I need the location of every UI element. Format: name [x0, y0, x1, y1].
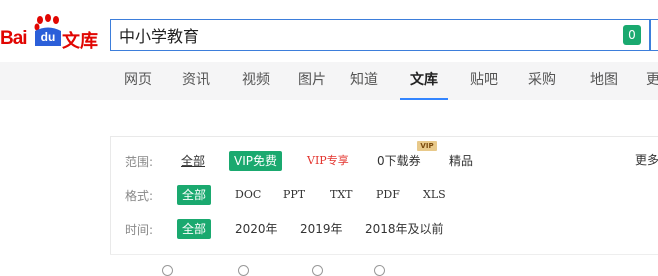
baidu-wenku-logo[interactable]: Bai du 文库 — [0, 14, 106, 54]
more-filters-link[interactable]: 更多 — [635, 151, 658, 168]
time-label: 时间: — [125, 223, 154, 237]
tab-tieba[interactable]: 贴吧 — [470, 62, 498, 98]
scope-option-premium[interactable]: 精品 — [449, 151, 473, 171]
tab-webpage[interactable]: 网页 — [124, 62, 152, 98]
scope-option-all[interactable]: 全部 — [181, 151, 205, 171]
time-option-2018-and-earlier[interactable]: 2018年及以前 — [365, 219, 444, 239]
scope-option-vip-exclusive[interactable]: VIP专享 — [307, 151, 349, 171]
tab-video[interactable]: 视频 — [242, 62, 270, 98]
format-label: 格式: — [125, 189, 154, 203]
scope-option-zero-coupon[interactable]: 0下载券 — [377, 151, 421, 171]
search-input[interactable] — [119, 20, 609, 50]
search-divider — [649, 20, 651, 50]
filter-panel: 范围: 全部 VIP免费 VIP专享 VIP 0下载券 精品 更多 格式: 全部… — [110, 136, 658, 254]
logo-text-wenku: 文库 — [62, 31, 98, 52]
format-option-txt[interactable]: TXT — [330, 185, 353, 205]
time-option-all[interactable]: 全部 — [177, 219, 212, 239]
format-option-doc[interactable]: DOC — [235, 185, 261, 205]
tab-more[interactable]: 更 — [646, 62, 658, 98]
scope-label: 范围: — [125, 155, 154, 169]
sort-radio-4[interactable] — [374, 265, 385, 276]
sort-radio-3[interactable] — [312, 265, 323, 276]
format-option-ppt[interactable]: PPT — [283, 185, 305, 205]
bottom-divider — [110, 254, 658, 255]
nav-bar: 网页 资讯 视频 图片 知道 文库 贴吧 采购 地图 更 — [0, 62, 658, 100]
format-option-all[interactable]: 全部 — [177, 185, 212, 205]
format-option-xls[interactable]: XLS — [423, 185, 446, 205]
search-box[interactable]: 0 — [110, 19, 658, 51]
tab-zhidao[interactable]: 知道 — [350, 62, 378, 98]
tab-images[interactable]: 图片 — [298, 62, 326, 98]
logo-text-du: du — [40, 30, 56, 44]
scope-option-vip-free[interactable]: VIP免费 — [229, 151, 282, 171]
time-option-2019[interactable]: 2019年 — [300, 219, 343, 239]
result-count-badge: 0 — [623, 25, 641, 45]
sort-radio-2[interactable] — [238, 265, 249, 276]
tab-news[interactable]: 资讯 — [182, 62, 210, 98]
tab-wenku[interactable]: 文库 — [400, 62, 448, 100]
tab-caigou[interactable]: 采购 — [528, 62, 556, 98]
logo-text-bai: Bai — [0, 28, 28, 49]
format-option-pdf[interactable]: PDF — [376, 185, 400, 205]
sort-radio-1[interactable] — [162, 265, 173, 276]
time-option-2020[interactable]: 2020年 — [235, 219, 278, 239]
tab-map[interactable]: 地图 — [590, 62, 618, 98]
vip-tag-icon: VIP — [417, 141, 437, 151]
